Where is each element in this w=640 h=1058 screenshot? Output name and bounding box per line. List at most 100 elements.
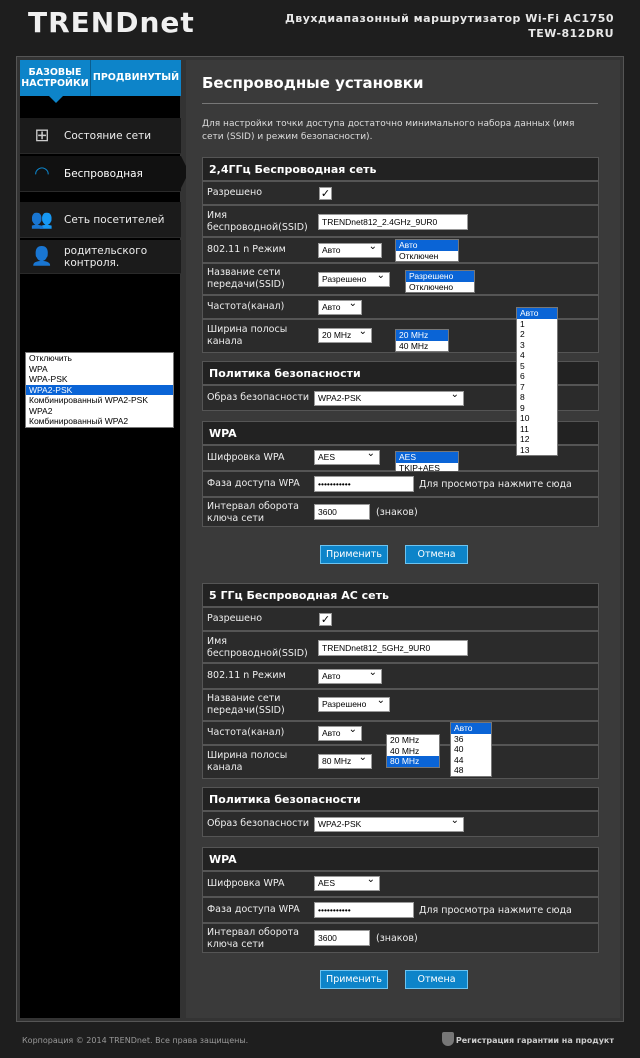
ssid-input-5[interactable]: TRENDnet812_5GHz_9UR0 (318, 640, 468, 656)
dropdown-option[interactable]: 2 (517, 329, 557, 340)
passphrase-input-5[interactable]: ••••••••••• (314, 902, 414, 918)
security-profile-label: Образ безопасности (207, 818, 310, 829)
dropdown-option[interactable]: Отключено (406, 282, 474, 293)
page-description: Для настройки точки доступа достаточно м… (202, 119, 575, 142)
cipher-select-24[interactable]: AES (314, 448, 380, 465)
dropdown-option[interactable]: Авто (517, 308, 557, 319)
passphrase-input-24[interactable]: ••••••••••• (314, 476, 414, 492)
parental-control-icon: 👤 (30, 246, 54, 267)
enabled-label: Разрешено (207, 187, 263, 198)
sidebar-item-parental-control[interactable]: 👤 родительского контроля. (20, 240, 181, 274)
sidebar-item-guest-network[interactable]: 👥 Сеть посетителей (20, 202, 181, 238)
row-mode-5: 802.11 n Режим (202, 663, 599, 689)
dropdown-option[interactable]: 40 MHz (396, 341, 448, 352)
channel-dropdown-24: Авто 1 2 3 4 5 6 7 8 9 10 11 12 13 (516, 307, 558, 456)
dropdown-option[interactable]: 1 (517, 319, 557, 330)
sidebar-item-wireless[interactable]: ◠ Беспроводная (20, 156, 181, 192)
broadcast-select-24[interactable]: Разрешено (318, 270, 390, 287)
bandwidth-select-5[interactable]: 80 MHz (318, 752, 372, 769)
cancel-button-5[interactable]: Отмена (405, 970, 468, 989)
channel-select-24[interactable]: Авто (318, 298, 362, 315)
dropdown-option[interactable]: Разрешено (406, 271, 474, 282)
dropdown-option[interactable]: WPA-PSK (26, 374, 173, 385)
dropdown-option[interactable]: 44 (451, 755, 491, 766)
dropdown-option[interactable]: 12 (517, 434, 557, 445)
mode-label: 802.11 n Режим (207, 670, 286, 681)
cipher-select-5[interactable]: AES (314, 874, 380, 891)
dropdown-option[interactable]: 8 (517, 392, 557, 403)
dropdown-option[interactable]: 20 MHz (387, 735, 439, 746)
warranty-shield-icon (442, 1032, 454, 1046)
mode-select-24[interactable]: Авто (318, 241, 382, 258)
cancel-button-24[interactable]: Отмена (405, 545, 468, 564)
section-header-5ghz: 5 ГГц Беспроводная AC сеть (202, 583, 599, 607)
bandwidth-label: Ширина полосы канала (207, 750, 288, 773)
broadcast-select-5[interactable]: Разрешено (318, 695, 390, 712)
passphrase-label: Фаза доступа WPA (207, 478, 300, 489)
security-profile-select-5[interactable]: WPA2-PSK (314, 815, 464, 832)
dropdown-option[interactable]: 9 (517, 403, 557, 414)
dropdown-option[interactable]: WPA (26, 364, 173, 375)
apply-button-24[interactable]: Применить (320, 545, 388, 564)
dropdown-option[interactable]: 20 MHz (396, 330, 448, 341)
enabled-label: Разрешено (207, 613, 263, 624)
copyright-text: Корпорация © 2014 TRENDnet. Все права за… (22, 1036, 249, 1045)
dropdown-option[interactable]: 36 (451, 734, 491, 745)
dropdown-option[interactable]: 80 MHz (387, 756, 439, 767)
dropdown-option[interactable]: 3 (517, 340, 557, 351)
trendnet-logo[interactable]: TRENDnet (28, 6, 195, 39)
cipher-label: Шифровка WPA (207, 878, 285, 889)
guest-users-icon: 👥 (30, 209, 54, 230)
section-header-24ghz: 2,4ГГц Беспроводная сеть (202, 157, 599, 181)
bandwidth-dropdown-24: 20 MHz 40 MHz (395, 329, 449, 352)
bandwidth-select-24[interactable]: 20 MHz (318, 326, 372, 343)
dropdown-option[interactable]: Авто (396, 240, 458, 251)
dropdown-option[interactable]: 7 (517, 382, 557, 393)
dropdown-option[interactable]: Комбинированный WPA2-PSK (26, 395, 173, 406)
row-enabled-24: Разрешено (202, 181, 599, 205)
enabled-checkbox-5[interactable]: ✓ (319, 613, 332, 626)
mode-label: 802.11 n Режим (207, 244, 286, 255)
enabled-checkbox-24[interactable]: ✓ (319, 187, 332, 200)
dropdown-option[interactable]: Отключен (396, 251, 458, 262)
dropdown-option[interactable]: AES (396, 452, 458, 463)
dropdown-option[interactable]: 13 (517, 445, 557, 456)
section-header-security-5: Политика безопасности (202, 787, 599, 811)
interval-input-24[interactable]: 3600 (314, 504, 370, 520)
dropdown-option[interactable]: 10 (517, 413, 557, 424)
show-passphrase-link-24[interactable]: Для просмотра нажмите сюда (419, 479, 572, 490)
dropdown-option[interactable]: 6 (517, 371, 557, 382)
interval-unit: (знаков) (376, 933, 418, 944)
dropdown-option[interactable]: 48 (451, 765, 491, 776)
sidebar-item-label: Сеть посетителей (64, 213, 165, 226)
dropdown-option[interactable]: Комбинированный WPA2 (26, 416, 173, 427)
dropdown-option[interactable]: WPA2-PSK (26, 384, 173, 395)
interval-input-5[interactable]: 3600 (314, 930, 370, 946)
dropdown-option[interactable]: Авто (451, 723, 491, 734)
sidebar-item-network-status[interactable]: ⊞ Состояние сети (20, 118, 181, 154)
show-passphrase-link-5[interactable]: Для просмотра нажмите сюда (419, 905, 572, 916)
mode-select-5[interactable]: Авто (318, 667, 382, 684)
security-profile-select-24[interactable]: WPA2-PSK (314, 389, 464, 406)
tab-advanced[interactable]: ПРОДВИНУТЫЙ (90, 60, 181, 96)
ssid-label: Имя беспроводной(SSID) (207, 210, 308, 233)
channel-label: Частота(канал) (207, 727, 285, 738)
dropdown-option[interactable]: 11 (517, 424, 557, 435)
tab-basic-settings[interactable]: БАЗОВЫЕ НАСТРОЙКИ (20, 60, 90, 103)
dropdown-option[interactable]: 4 (517, 350, 557, 361)
interval-unit: (знаков) (376, 507, 418, 518)
dropdown-option[interactable]: WPA2 (26, 406, 173, 417)
dropdown-option[interactable]: 5 (517, 361, 557, 372)
ssid-input-24[interactable]: TRENDnet812_2.4GHz_9UR0 (318, 214, 468, 230)
warranty-registration-link[interactable]: Регистрация гарантии на продукт (456, 1036, 614, 1045)
product-model: TEW-812DRU (528, 27, 614, 40)
channel-select-5[interactable]: Авто (318, 724, 362, 741)
apply-button-5[interactable]: Применить (320, 970, 388, 989)
dropdown-option[interactable]: Отключить (26, 353, 173, 364)
page-title: Беспроводные установки (202, 74, 424, 92)
dropdown-option[interactable]: 40 (451, 744, 491, 755)
ssid-label: Имя беспроводной(SSID) (207, 636, 308, 659)
sidebar-item-label: родительского контроля. (64, 244, 148, 269)
dropdown-option[interactable]: 40 MHz (387, 746, 439, 757)
security-profile-dropdown-24: Отключить WPA WPA-PSK WPA2-PSK Комбиниро… (25, 352, 174, 428)
